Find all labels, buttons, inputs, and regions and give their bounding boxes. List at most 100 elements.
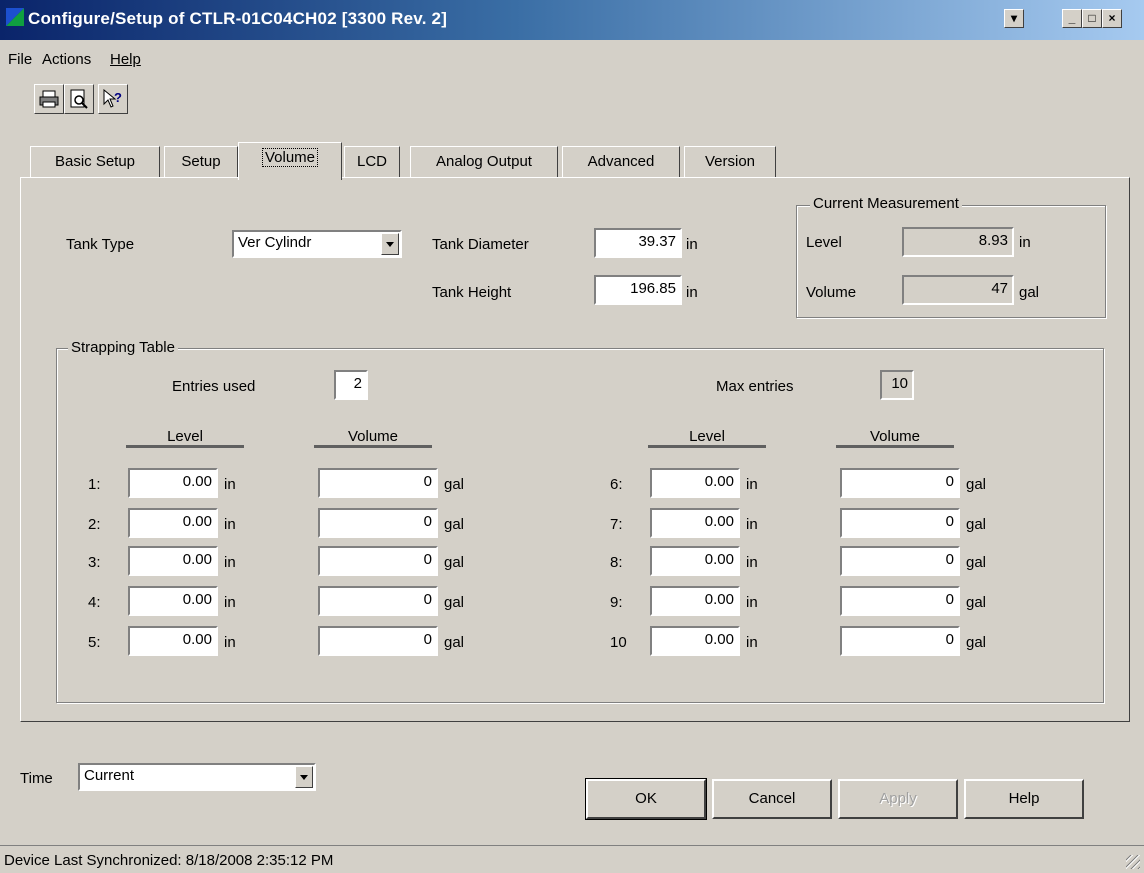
level-unit: in <box>746 554 758 571</box>
chevron-down-icon[interactable] <box>381 233 399 255</box>
row-index-label: 7: <box>610 516 623 533</box>
ok-button[interactable]: OK <box>585 778 707 820</box>
level-field[interactable]: 0.00 <box>128 508 218 538</box>
menu-help[interactable]: Help <box>110 51 141 68</box>
volume-field[interactable]: 0 <box>318 546 438 576</box>
menu-actions[interactable]: Actions <box>42 51 91 68</box>
level-column-header-left: Level <box>126 428 244 448</box>
print-preview-button[interactable] <box>64 84 94 114</box>
level-unit: in <box>224 516 236 533</box>
row-index-label: 4: <box>88 594 101 611</box>
level-unit: in <box>224 554 236 571</box>
minimize-button[interactable]: _ <box>1062 9 1082 28</box>
level-field[interactable]: 0.00 <box>128 626 218 656</box>
printer-icon <box>39 90 59 108</box>
resize-grip-icon[interactable] <box>1126 855 1140 869</box>
volume-field[interactable]: 0 <box>318 626 438 656</box>
volume-field[interactable]: 0 <box>840 626 960 656</box>
strapping-table-title: Strapping Table <box>68 339 178 356</box>
time-value: Current <box>84 767 135 784</box>
max-entries-label: Max entries <box>716 378 794 395</box>
volume-unit: gal <box>444 476 465 493</box>
cm-volume-value: 47 <box>902 275 1014 305</box>
level-field[interactable]: 0.00 <box>650 468 740 498</box>
volume-field[interactable]: 0 <box>318 468 438 498</box>
entries-used-field[interactable]: 2 <box>334 370 368 400</box>
row-index-label: 6: <box>610 476 623 493</box>
tank-height-field[interactable]: 196.85 <box>594 275 682 305</box>
app-icon <box>6 8 24 26</box>
row-index-label: 10 <box>610 634 627 651</box>
status-text: Device Last Synchronized: 8/18/2008 2:35… <box>4 852 334 869</box>
apply-button[interactable]: Apply <box>838 779 958 819</box>
tank-type-select[interactable]: Ver Cylindr <box>232 230 402 258</box>
volume-column-header-left: Volume <box>314 428 432 448</box>
whats-this-help-icon: ? <box>103 89 122 108</box>
tank-type-label: Tank Type <box>66 236 135 253</box>
level-unit: in <box>746 634 758 651</box>
row-index-label: 2: <box>88 516 101 533</box>
volume-field[interactable]: 0 <box>318 586 438 616</box>
level-field[interactable]: 0.00 <box>650 508 740 538</box>
cm-level-unit: in <box>1019 234 1031 251</box>
level-unit: in <box>746 516 758 533</box>
level-field[interactable]: 0.00 <box>128 468 218 498</box>
level-field[interactable]: 0.00 <box>650 626 740 656</box>
chevron-down-icon[interactable] <box>295 766 313 788</box>
cancel-button[interactable]: Cancel <box>712 779 832 819</box>
tank-height-unit: in <box>686 284 698 301</box>
volume-unit: gal <box>966 554 987 571</box>
max-entries-value: 10 <box>880 370 914 400</box>
volume-unit: gal <box>966 476 987 493</box>
level-unit: in <box>746 594 758 611</box>
level-unit: in <box>224 476 236 493</box>
help-button[interactable]: Help <box>964 779 1084 819</box>
row-index-label: 3: <box>88 554 101 571</box>
svg-text:?: ? <box>114 90 122 105</box>
tab-volume-label: Volume <box>261 148 319 167</box>
level-unit: in <box>746 476 758 493</box>
time-label: Time <box>20 770 53 787</box>
row-index-label: 9: <box>610 594 623 611</box>
volume-field[interactable]: 0 <box>318 508 438 538</box>
level-field[interactable]: 0.00 <box>128 586 218 616</box>
tab-analog-output[interactable]: Analog Output <box>410 146 558 178</box>
level-field[interactable]: 0.00 <box>128 546 218 576</box>
scroll-down-icon[interactable]: ▾ <box>1004 9 1024 28</box>
volume-unit: gal <box>444 554 465 571</box>
tank-diameter-label: Tank Diameter <box>432 236 529 253</box>
volume-unit: gal <box>966 594 987 611</box>
row-index-label: 8: <box>610 554 623 571</box>
tab-setup[interactable]: Setup <box>164 146 238 178</box>
tab-version[interactable]: Version <box>684 146 776 178</box>
volume-field[interactable]: 0 <box>840 546 960 576</box>
volume-field[interactable]: 0 <box>840 586 960 616</box>
tank-diameter-field[interactable]: 39.37 <box>594 228 682 258</box>
volume-field[interactable]: 0 <box>840 508 960 538</box>
level-field[interactable]: 0.00 <box>650 586 740 616</box>
cm-volume-label: Volume <box>806 284 857 301</box>
row-index-label: 5: <box>88 634 101 651</box>
tank-height-label: Tank Height <box>432 284 512 301</box>
tank-diameter-unit: in <box>686 236 698 253</box>
time-select[interactable]: Current <box>78 763 316 791</box>
level-unit: in <box>224 594 236 611</box>
maximize-button[interactable]: □ <box>1082 9 1102 28</box>
cm-level-value: 8.93 <box>902 227 1014 257</box>
tab-lcd[interactable]: LCD <box>344 146 400 178</box>
menu-file[interactable]: File <box>8 51 32 68</box>
status-bar: Device Last Synchronized: 8/18/2008 2:35… <box>0 845 1144 873</box>
whats-this-help-button[interactable]: ? <box>98 84 128 114</box>
volume-unit: gal <box>444 594 465 611</box>
volume-unit: gal <box>966 634 987 651</box>
current-measurement-title: Current Measurement <box>810 195 962 212</box>
tank-type-value: Ver Cylindr <box>238 234 312 251</box>
print-button[interactable] <box>34 84 64 114</box>
close-button[interactable]: × <box>1102 9 1122 28</box>
tab-volume[interactable]: Volume <box>238 142 342 180</box>
level-field[interactable]: 0.00 <box>650 546 740 576</box>
volume-field[interactable]: 0 <box>840 468 960 498</box>
tab-basic-setup[interactable]: Basic Setup <box>30 146 160 178</box>
tab-advanced[interactable]: Advanced <box>562 146 680 178</box>
title-bar[interactable]: Configure/Setup of CTLR-01C04CH02 [3300 … <box>0 0 1144 40</box>
